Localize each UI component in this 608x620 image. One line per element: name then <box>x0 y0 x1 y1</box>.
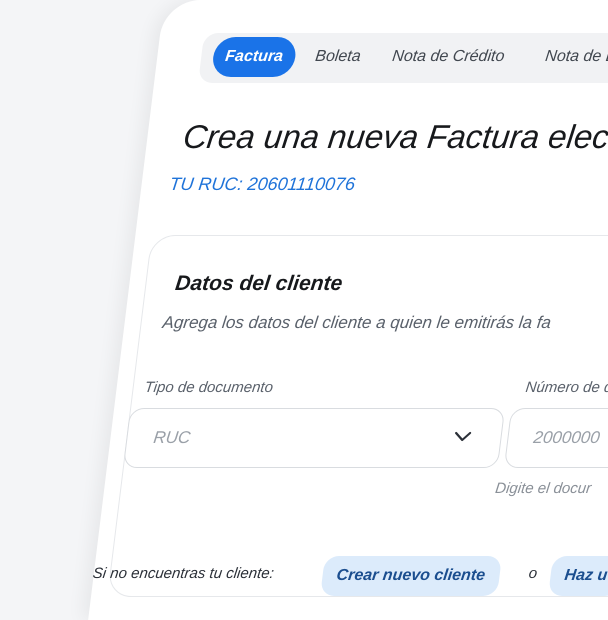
tab-boleta[interactable]: Boleta <box>301 37 375 77</box>
document-type-value: RUC <box>152 428 192 447</box>
create-client-button[interactable]: Crear nuevo cliente <box>320 556 502 596</box>
tab-nota-de-credito[interactable]: Nota de Crédito <box>378 37 519 77</box>
ruc-label: TU RUC: 20601110076 <box>168 174 357 194</box>
secondary-action-button[interactable]: Haz u <box>548 556 608 596</box>
document-number-helper: Digite el docur <box>494 480 593 497</box>
document-number-placeholder: 2000000 <box>532 428 601 447</box>
document-number-label: Número de d <box>524 379 608 396</box>
section-subtitle: Agrega los datos del cliente a quien le … <box>161 313 553 332</box>
section-title: Datos del cliente <box>174 272 344 295</box>
not-found-prompt: Si no encuentras tu cliente: <box>91 565 275 582</box>
chevron-down-icon <box>454 431 472 442</box>
document-type-label: Tipo de documento <box>143 379 275 396</box>
tab-nota-de-debito[interactable]: Nota de Débito <box>531 37 608 77</box>
invoice-form-page: Factura Boleta Nota de Crédito Nota de D… <box>0 0 608 620</box>
tab-factura[interactable]: Factura <box>210 37 298 77</box>
page-title: Crea una nueva Factura electr <box>181 118 608 155</box>
